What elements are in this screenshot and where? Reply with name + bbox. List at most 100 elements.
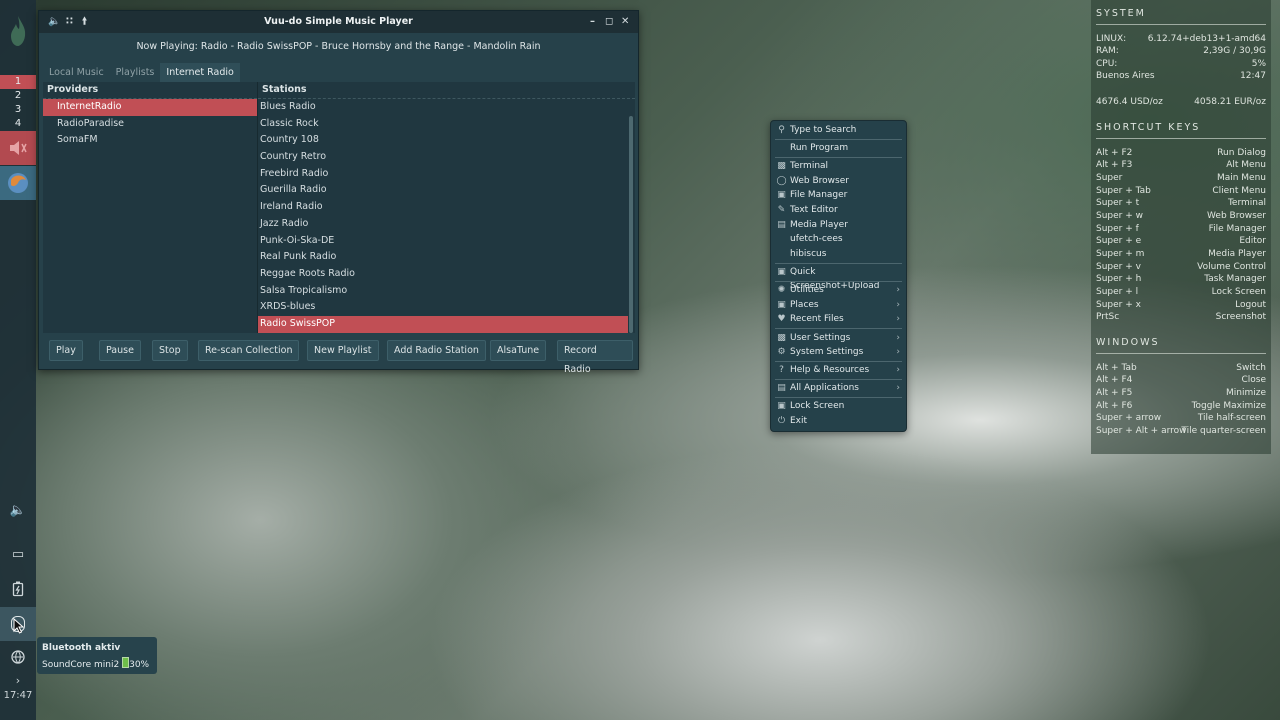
workspace-4[interactable]: 4 xyxy=(0,117,36,131)
menu-item-help[interactable]: ? Help & Resources › xyxy=(771,363,906,377)
station-item[interactable]: Reggae Roots Radio xyxy=(258,266,635,283)
window-shortcut-row: Super + arrow Tile half-screen xyxy=(1096,413,1266,423)
menu-separator xyxy=(775,281,902,282)
menu-search[interactable]: ⚲ Type to Search xyxy=(771,123,906,137)
flame-logo-icon[interactable] xyxy=(0,14,36,51)
pause-button[interactable]: Pause xyxy=(99,340,141,361)
window-titlebar[interactable]: 🔈 ∷ 🠙 Vuu-do Simple Music Player – ◻ ✕ xyxy=(39,11,638,33)
panel-clock[interactable]: 17:47 xyxy=(0,690,36,701)
menu-item-terminal[interactable]: ▩ Terminal xyxy=(771,159,906,173)
menu-item-recent-files[interactable]: ♥ Recent Files › xyxy=(771,312,906,326)
menu-item-all-applications[interactable]: ▤ All Applications › xyxy=(771,381,906,395)
search-icon: ⚲ xyxy=(778,125,785,135)
taskbar-browser-icon[interactable] xyxy=(0,166,36,200)
display-icon[interactable]: ▭ xyxy=(0,547,36,562)
panel-expand-arrow[interactable]: › xyxy=(0,674,36,687)
station-item[interactable]: Punk-Oi-Ska-DE xyxy=(258,233,635,250)
menu-item-quick-screenshot[interactable]: ▣ Quick Screenshot+Upload xyxy=(771,265,906,291)
provider-item[interactable]: SomaFM xyxy=(43,132,257,149)
tab-playlists[interactable]: Playlists xyxy=(110,63,161,82)
close-icon[interactable]: ✕ xyxy=(621,11,629,33)
station-item[interactable]: XRDS-blues xyxy=(258,299,635,316)
menu-separator xyxy=(775,157,902,158)
workspace-2[interactable]: 2 xyxy=(0,89,36,103)
shortcut-row: Alt + F3 Alt Menu xyxy=(1096,160,1266,170)
system-row: Buenos Aires 12:47 xyxy=(1096,71,1266,81)
stations-header[interactable]: Stations xyxy=(258,82,635,99)
volume-icon[interactable]: 🔈 xyxy=(0,503,36,518)
bluetooth-tooltip: Bluetooth aktiv SoundCore mini2 30% xyxy=(37,637,157,674)
system-heading: SYSTEM xyxy=(1096,8,1146,19)
workspace-switcher: 1 2 3 4 xyxy=(0,75,36,131)
menu-item-user-settings[interactable]: ▩ User Settings › xyxy=(771,331,906,345)
station-item[interactable]: Country 108 xyxy=(258,132,635,149)
menu-item-system-settings[interactable]: ⚙ System Settings › xyxy=(771,345,906,359)
menu-item-text-editor[interactable]: ✎ Text Editor xyxy=(771,203,906,217)
station-item[interactable]: Jazz Radio xyxy=(258,216,635,233)
submenu-arrow-icon: › xyxy=(896,365,900,375)
station-item[interactable]: Country Retro xyxy=(258,149,635,166)
submenu-arrow-icon: › xyxy=(896,314,900,324)
menu-item-exit[interactable]: ⏻ Exit xyxy=(771,414,906,428)
menu-separator xyxy=(775,328,902,329)
globe-icon: ◯ xyxy=(776,176,787,186)
taskbar-music-player-icon[interactable] xyxy=(0,131,36,165)
play-button[interactable]: Play xyxy=(49,340,83,361)
shortcut-row: Super Main Menu xyxy=(1096,173,1266,183)
battery-icon[interactable] xyxy=(0,581,36,601)
shortcut-row: Super + v Volume Control xyxy=(1096,262,1266,272)
menu-item-web-browser[interactable]: ◯ Web Browser xyxy=(771,174,906,188)
help-icon: ? xyxy=(779,365,784,375)
shortcut-row: Super + h Task Manager xyxy=(1096,274,1266,284)
network-icon[interactable] xyxy=(0,650,36,668)
sticky-icon[interactable]: ∷ xyxy=(66,11,73,33)
record-radio-button[interactable]: Record Radio xyxy=(557,340,633,375)
providers-header[interactable]: Providers xyxy=(43,82,257,99)
gear-icon: ⚙ xyxy=(777,347,786,357)
window-shortcut-row: Super + Alt + arrow Tile quarter-screen xyxy=(1096,426,1266,436)
tab-internet-radio[interactable]: Internet Radio xyxy=(160,63,240,82)
providers-list: Providers InternetRadio RadioParadise So… xyxy=(43,82,258,333)
new-playlist-button[interactable]: New Playlist xyxy=(307,340,379,361)
menu-item-hibiscus[interactable]: hibiscus xyxy=(771,247,906,261)
station-item[interactable]: Real Punk Radio xyxy=(258,249,635,266)
shade-up-icon[interactable]: 🠙 xyxy=(82,11,87,33)
station-item[interactable]: Blues Radio xyxy=(258,99,635,116)
station-item[interactable]: Guerilla Radio xyxy=(258,182,635,199)
tab-local-music[interactable]: Local Music xyxy=(43,63,110,82)
terminal-icon: ▩ xyxy=(777,161,786,171)
alsatune-button[interactable]: AlsaTune xyxy=(490,340,547,361)
menu-item-utilities[interactable]: ✺ Utilities › xyxy=(771,283,906,297)
menu-item-places[interactable]: ▣ Places › xyxy=(771,298,906,312)
menu-separator xyxy=(775,139,902,140)
window-shortcut-row: Alt + F4 Close xyxy=(1096,375,1266,385)
menu-item-file-manager[interactable]: ▣ File Manager xyxy=(771,188,906,202)
station-item[interactable]: Salsa Tropicalismo xyxy=(258,283,635,300)
submenu-arrow-icon: › xyxy=(896,285,900,295)
menu-item-lock-screen[interactable]: ▣ Lock Screen xyxy=(771,399,906,413)
station-item[interactable]: Ireland Radio xyxy=(258,199,635,216)
utilities-icon: ✺ xyxy=(777,285,786,295)
menu-item-ufetch[interactable]: ufetch-cees xyxy=(771,232,906,246)
workspace-3[interactable]: 3 xyxy=(0,103,36,117)
minimize-icon[interactable]: – xyxy=(590,11,595,33)
lock-icon: ▣ xyxy=(777,401,786,411)
workspace-1[interactable]: 1 xyxy=(0,75,36,89)
settings-icon: ▩ xyxy=(777,333,786,343)
stations-list: Stations Blues Radio Classic Rock Countr… xyxy=(258,82,635,333)
heading-rule xyxy=(1096,353,1266,354)
menu-item-media-player[interactable]: ▤ Media Player xyxy=(771,218,906,232)
station-item[interactable]: Classic Rock xyxy=(258,116,635,133)
add-radio-station-button[interactable]: Add Radio Station xyxy=(387,340,486,361)
now-playing-label: Now Playing: Radio - Radio SwissPOP - Br… xyxy=(136,41,541,52)
stop-button[interactable]: Stop xyxy=(152,340,188,361)
provider-item[interactable]: RadioParadise xyxy=(43,116,257,133)
stations-scrollbar[interactable] xyxy=(629,116,633,333)
station-item-selected[interactable]: Radio SwissPOP xyxy=(258,315,628,333)
provider-item[interactable]: InternetRadio xyxy=(43,99,257,116)
maximize-icon[interactable]: ◻ xyxy=(605,11,613,33)
station-item[interactable]: Freebird Radio xyxy=(258,166,635,183)
menu-item-run-program[interactable]: Run Program xyxy=(771,141,906,155)
speaker-icon[interactable]: 🔈 xyxy=(48,11,60,33)
rescan-collection-button[interactable]: Re-scan Collection xyxy=(198,340,300,361)
